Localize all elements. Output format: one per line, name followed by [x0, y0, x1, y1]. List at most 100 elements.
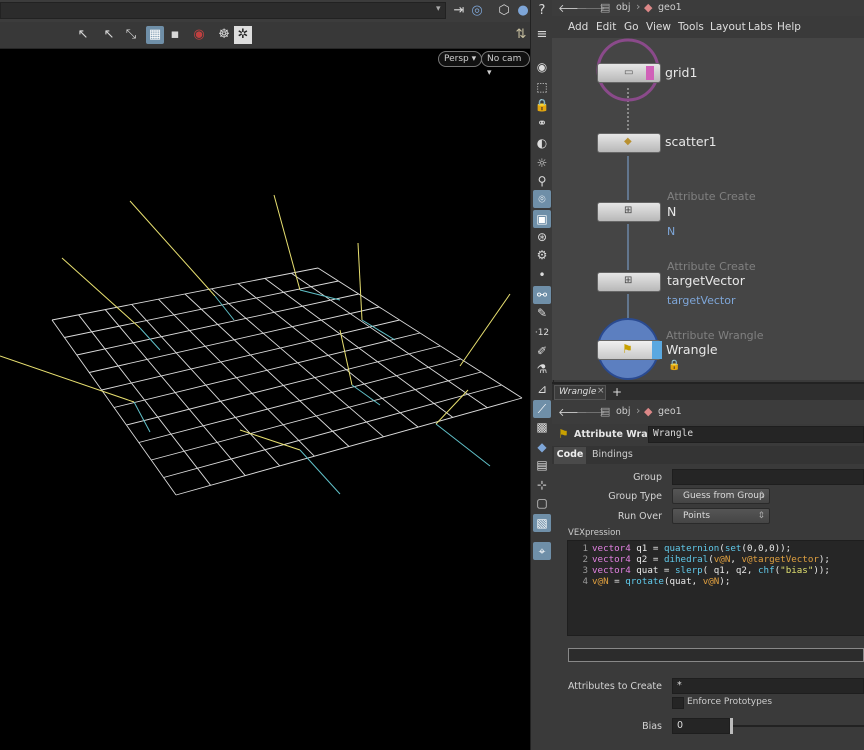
target-icon[interactable]: ◎ — [468, 2, 486, 20]
node-scatter1[interactable]: ◆ — [597, 133, 661, 153]
scene-viewport[interactable]: Persp ▾ No cam ▾ — [0, 0, 530, 750]
menu-labs[interactable]: Labs — [748, 21, 772, 33]
display-flag[interactable] — [652, 341, 662, 359]
display-flag[interactable] — [646, 66, 654, 80]
vector-line — [459, 293, 511, 367]
help-icon[interactable]: ? — [533, 2, 551, 20]
checker-icon[interactable]: ▩ — [533, 418, 551, 436]
viewport-path-field[interactable] — [0, 2, 446, 19]
scatter-node-icon: ◆ — [624, 136, 632, 147]
render-icon[interactable]: ☸ — [215, 26, 233, 44]
tab-bindings[interactable]: Bindings — [592, 449, 633, 460]
network-editor[interactable]: ▭ grid1 ◆ scatter1 ⊞ Attribute Create N … — [552, 38, 864, 380]
node-name-field[interactable]: Wrangle — [648, 426, 864, 443]
node-attribcreate-targetvector[interactable]: ⊞ — [597, 272, 661, 292]
path-obj[interactable]: obj — [616, 406, 630, 417]
group-type-menu[interactable]: Guess from Group ⇕ — [672, 488, 770, 504]
record-icon[interactable]: ◉ — [190, 26, 208, 44]
obj-folder-icon: ▤ — [600, 1, 611, 14]
code-status-bar[interactable] — [568, 648, 864, 662]
location-icon[interactable]: ⌖ — [533, 542, 551, 560]
code-line-1[interactable]: 1 vector4 q1 = quaternion(set(0,0,0)); — [568, 543, 791, 554]
path-geo1[interactable]: geo1 — [658, 2, 682, 13]
group-field[interactable] — [672, 469, 864, 485]
close-icon[interactable]: × — [597, 386, 605, 396]
link-icon[interactable]: ⚭ — [533, 114, 551, 132]
display-icon[interactable]: ▪ — [166, 26, 184, 44]
vector-line — [299, 289, 341, 301]
camera-view-icon[interactable]: ⌾ — [533, 190, 551, 208]
normals-icon[interactable]: ⟋ — [533, 400, 551, 418]
settings-icon[interactable]: ✲ — [234, 26, 252, 44]
bias-slider-track[interactable] — [732, 725, 864, 727]
path-obj[interactable]: obj — [616, 2, 630, 13]
node-name-wrangle[interactable]: Wrangle — [666, 342, 718, 357]
menu-icon[interactable]: ≡ — [533, 26, 551, 44]
guide-icon[interactable]: ⊛ — [533, 228, 551, 246]
attributes-to-create-field[interactable]: * — [672, 678, 864, 694]
select-tool-icon[interactable]: ↖ — [74, 26, 92, 44]
node-wrangle[interactable]: ⚑ — [597, 340, 662, 360]
code-line-4[interactable]: 4 v@N = qrotate(quat, v@N); — [568, 576, 730, 587]
menu-help[interactable]: Help — [777, 21, 801, 33]
tab-wrangle[interactable]: Wrangle × — [554, 385, 606, 400]
path-separator: › — [636, 404, 641, 417]
transform-tool-icon[interactable]: ⤡ — [122, 26, 140, 44]
select-icon[interactable]: ⬚ — [533, 78, 551, 96]
menu-layout[interactable]: Layout — [710, 21, 746, 33]
node-name-targetvector[interactable]: targetVector — [667, 273, 745, 288]
node-name-scatter1[interactable]: scatter1 — [665, 134, 717, 149]
add-tab-button[interactable]: + — [612, 385, 622, 399]
pen-icon[interactable]: ✎ — [533, 304, 551, 322]
code-line-2[interactable]: 2 vector4 q2 = dihedral(v@N, v@targetVect… — [568, 554, 830, 565]
camera-cam-menu[interactable]: No cam ▾ — [481, 51, 530, 78]
menu-tools[interactable]: Tools — [678, 21, 704, 33]
background-image-icon[interactable]: ▧ — [533, 514, 551, 532]
vector-line — [0, 355, 135, 403]
vector-line — [299, 449, 341, 495]
point-numbers-icon[interactable]: ·12 — [533, 324, 551, 342]
lock-icon[interactable]: 🔒 — [533, 96, 551, 114]
texture-icon[interactable]: ▤ — [533, 456, 551, 474]
bias-field[interactable]: 0 — [672, 718, 730, 734]
select-mode-icon[interactable]: ↖ — [100, 26, 118, 44]
bias-slider-handle[interactable] — [730, 718, 733, 734]
geometry-icon[interactable]: ⚙ — [533, 246, 551, 264]
chevron-down-icon[interactable]: ▾ — [436, 4, 441, 14]
display-options-icon[interactable]: ▣ — [533, 210, 551, 228]
node-type-attribcreate-targetvector: Attribute Create — [667, 260, 756, 273]
brush-icon[interactable]: ✐ — [533, 342, 551, 360]
snap-icon[interactable]: ▦ — [146, 26, 164, 44]
menu-go[interactable]: Go — [624, 21, 639, 33]
menu-view[interactable]: View — [646, 21, 671, 33]
enforce-prototypes-checkbox[interactable] — [672, 697, 684, 709]
square-icon[interactable]: ▢ — [533, 494, 551, 512]
shading-icon[interactable]: ◐ — [533, 134, 551, 152]
tab-code[interactable]: Code — [554, 447, 586, 464]
diamond-icon[interactable]: ◆ — [533, 438, 551, 456]
menu-edit[interactable]: Edit — [596, 21, 616, 33]
wire-icon[interactable]: ⚯ — [533, 286, 551, 304]
path-geo1[interactable]: geo1 — [658, 406, 682, 417]
run-over-menu[interactable]: Points ⇕ — [672, 508, 770, 524]
axis-icon[interactable]: ⊹ — [533, 476, 551, 494]
ruler-icon[interactable]: ⊿ — [533, 380, 551, 398]
point-icon[interactable]: • — [533, 266, 551, 284]
node-name-grid1[interactable]: grid1 — [665, 65, 697, 80]
code-line-3[interactable]: 3 vector4 quat = slerp( q1, q2, chf("bias… — [568, 565, 830, 576]
eye-icon[interactable]: ◉ — [533, 58, 551, 76]
light-icon[interactable]: ☼ — [533, 154, 551, 172]
node-grid1[interactable]: ▭ — [597, 63, 661, 83]
bulb-icon[interactable]: ⚲ — [533, 172, 551, 190]
node-attribcreate-n[interactable]: ⊞ — [597, 202, 661, 222]
group-type-value: Guess from Group — [683, 491, 765, 501]
layout-icon[interactable]: ⇅ — [512, 26, 530, 44]
vex-code-editor[interactable]: 1 vector4 q1 = quaternion(set(0,0,0)); 2v… — [567, 540, 864, 636]
camera-persp-menu[interactable]: Persp ▾ — [438, 51, 483, 67]
menu-add[interactable]: Add — [568, 21, 588, 33]
pin-icon[interactable]: ⇥ — [450, 2, 468, 20]
viewport-canvas[interactable] — [0, 0, 530, 750]
cube-icon[interactable]: ⬡ — [495, 2, 513, 20]
paint-icon[interactable]: ⚗ — [533, 360, 551, 378]
node-name-n[interactable]: N — [667, 204, 676, 219]
